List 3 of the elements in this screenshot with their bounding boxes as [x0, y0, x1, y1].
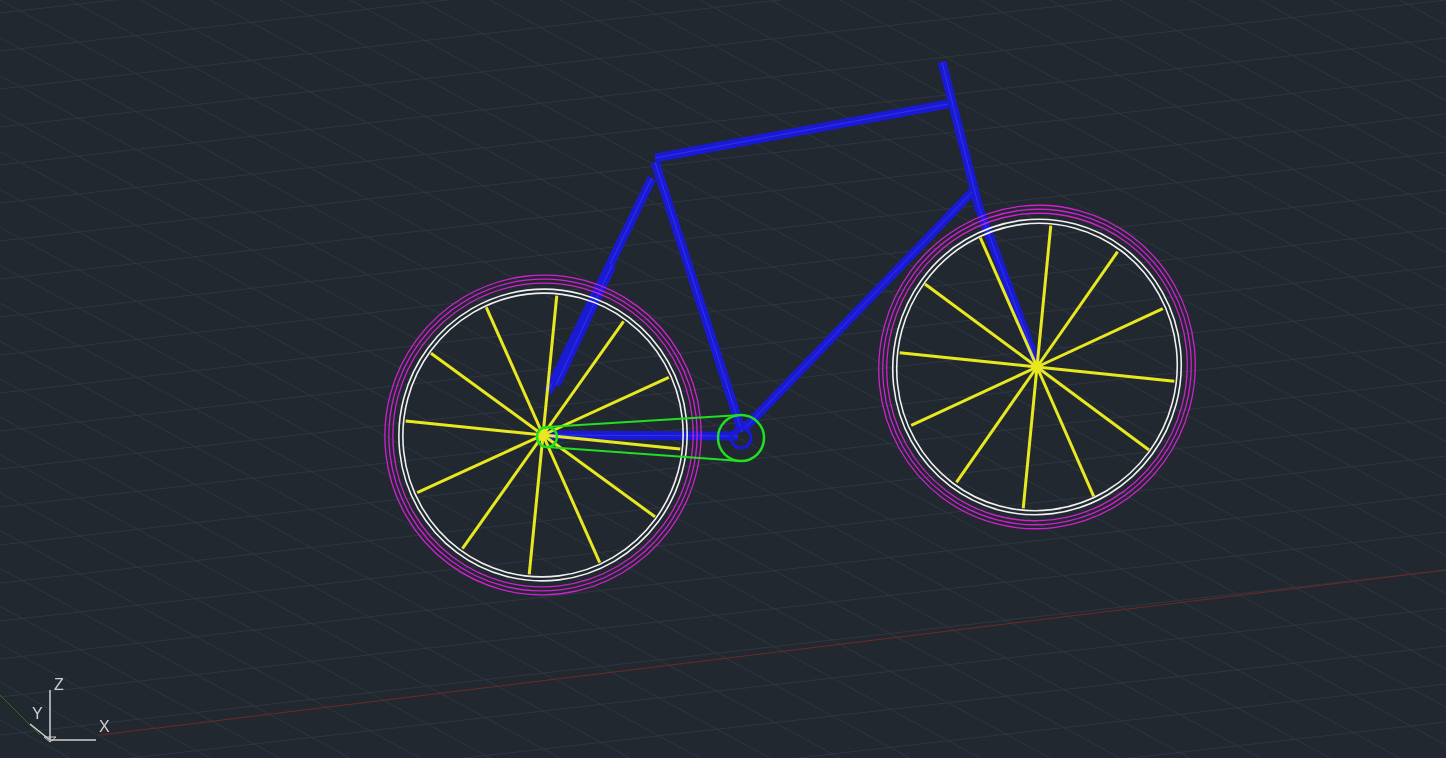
axis-label: Y [32, 706, 43, 722]
axis-label: X [99, 719, 110, 735]
axis-label: Z [54, 677, 64, 693]
